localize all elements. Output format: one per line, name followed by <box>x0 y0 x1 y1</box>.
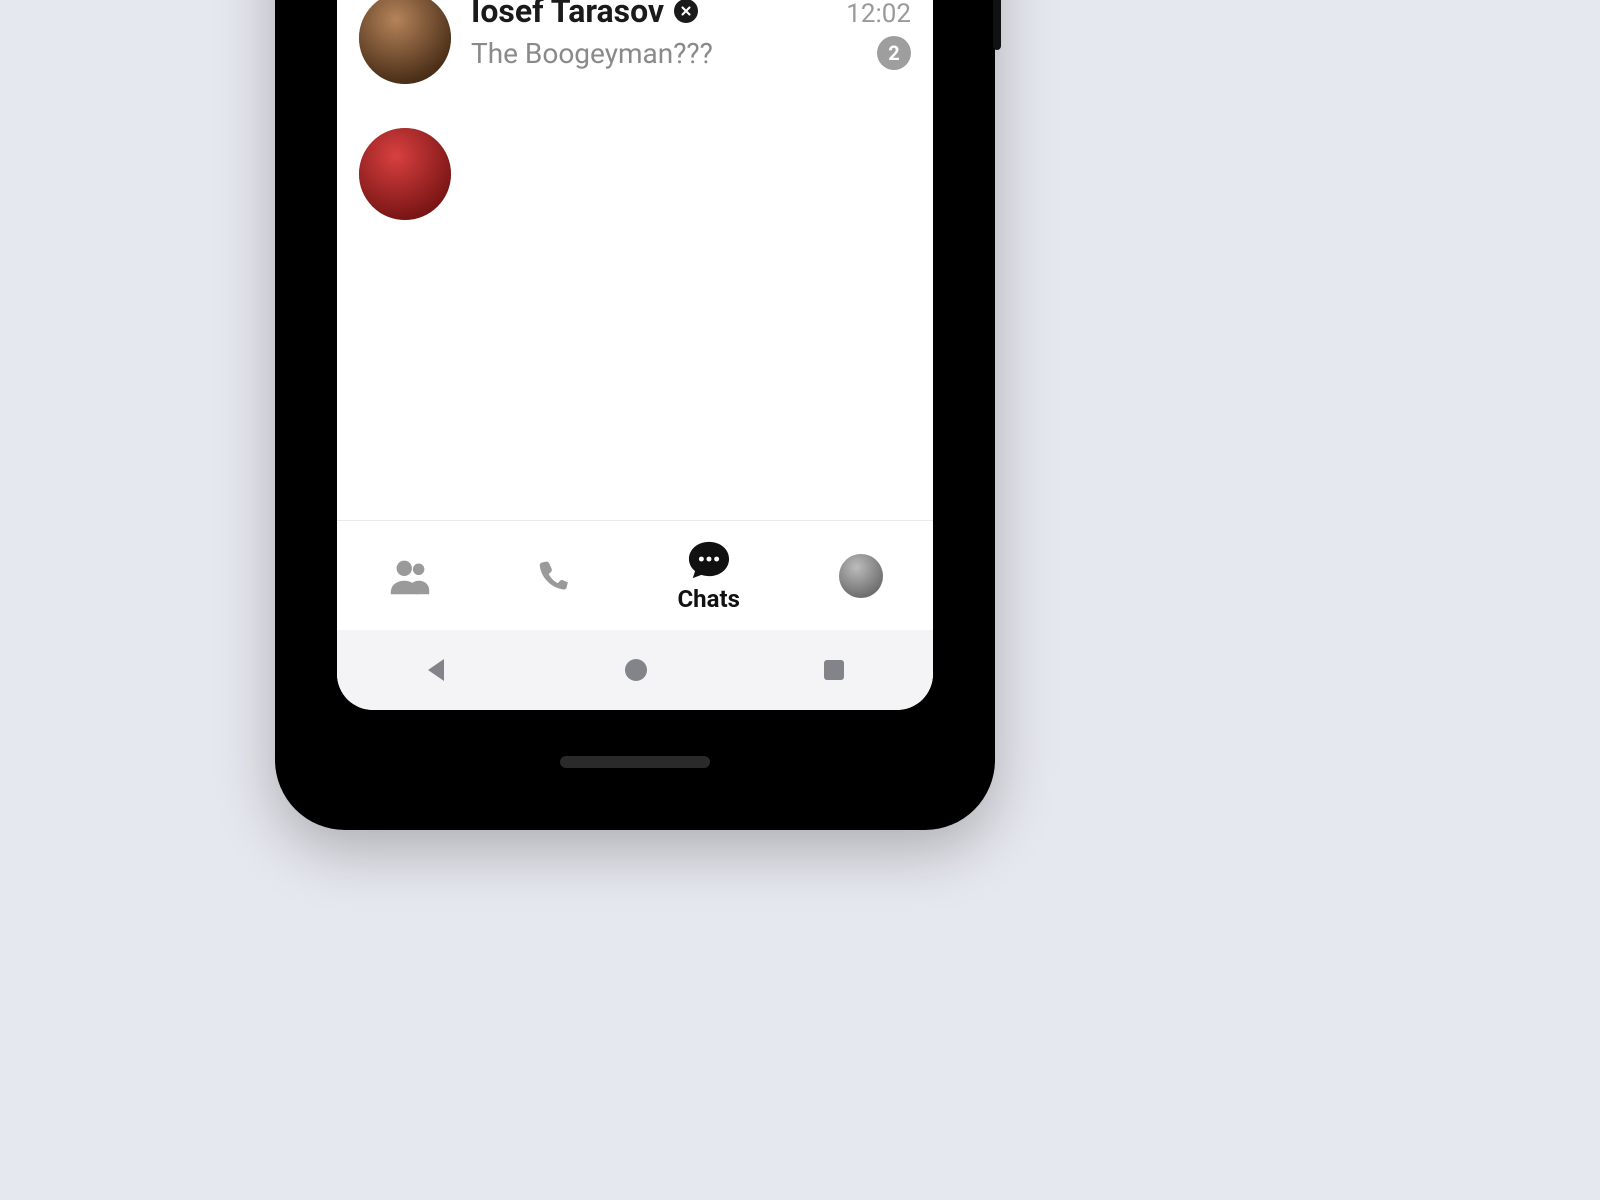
chat-preview: The Boogeyman??? <box>471 37 865 70</box>
muted-icon <box>674 0 698 23</box>
nav-back-button[interactable] <box>422 655 452 685</box>
chat-row[interactable] <box>337 106 933 242</box>
chat-name: Iosef Tarasov <box>471 0 698 30</box>
chat-body <box>471 128 911 134</box>
nav-recent-button[interactable] <box>820 656 848 684</box>
tab-contacts[interactable] <box>387 555 433 597</box>
back-triangle-icon <box>422 655 452 685</box>
phone-screen: Marie Claire 15:31 Oh? How do you plan t… <box>337 0 933 710</box>
recent-square-icon <box>820 656 848 684</box>
phone-icon <box>532 555 578 597</box>
avatar[interactable] <box>359 128 451 220</box>
phone-chin-bar <box>560 756 710 768</box>
tab-chats[interactable]: Chats <box>677 539 739 613</box>
avatar-icon <box>839 554 883 598</box>
people-icon <box>387 555 433 597</box>
bottom-tab-bar: Chats <box>337 520 933 630</box>
chat-time: 12:02 <box>846 0 911 29</box>
chat-row[interactable]: Iosef Tarasov 12:02 The Boogeyman??? <box>337 0 933 106</box>
phone-side-button <box>993 0 1001 50</box>
phone-frame: Marie Claire 15:31 Oh? How do you plan t… <box>275 0 995 830</box>
chat-bubble-icon <box>686 539 732 581</box>
phone-bezel: Marie Claire 15:31 Oh? How do you plan t… <box>295 0 975 810</box>
android-nav-bar <box>337 630 933 710</box>
chat-list[interactable]: Marie Claire 15:31 Oh? How do you plan t… <box>337 0 933 520</box>
tab-calls[interactable] <box>532 555 578 597</box>
home-circle-icon <box>621 655 651 685</box>
tab-label: Chats <box>677 585 739 613</box>
tab-settings[interactable] <box>839 554 883 598</box>
nav-home-button[interactable] <box>621 655 651 685</box>
avatar[interactable] <box>359 0 451 84</box>
unread-badge: 2 <box>877 36 911 70</box>
chat-body: Iosef Tarasov 12:02 The Boogeyman??? <box>471 0 911 70</box>
